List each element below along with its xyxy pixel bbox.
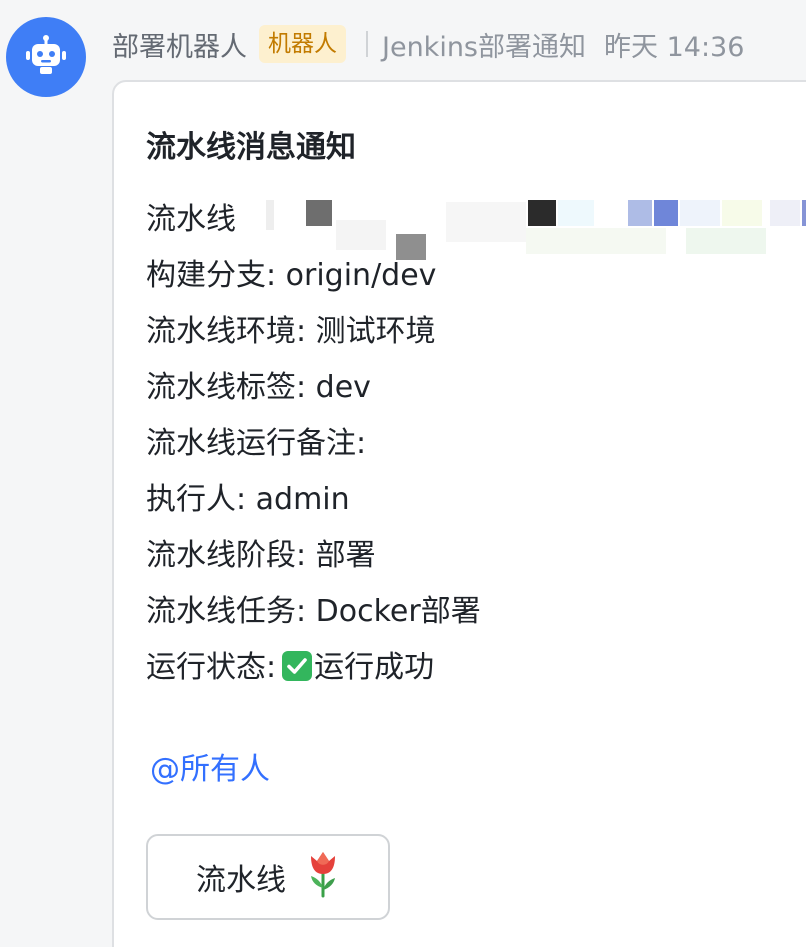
pipeline-name-label: 流水线	[146, 202, 236, 237]
message-time: 昨天 14:36	[604, 31, 745, 63]
bot-avatar[interactable]	[6, 17, 86, 97]
field-value: dev	[315, 370, 371, 405]
field-label: 运行状态	[146, 650, 266, 685]
redacted-pipeline-name	[266, 198, 806, 260]
field-label: 构建分支	[146, 258, 266, 293]
field-value: admin	[255, 482, 350, 517]
field-label: 流水线任务	[146, 594, 296, 629]
robot-icon	[26, 35, 66, 74]
bot-badge: 机器人	[259, 25, 346, 63]
field-label: 流水线环境	[146, 314, 296, 349]
sender-name[interactable]: 部署机器人	[112, 25, 247, 64]
field-value: 部署	[315, 538, 376, 573]
field-environment: 流水线环境: 测试环境	[146, 314, 436, 349]
field-value: Docker部署	[315, 594, 481, 629]
card-title: 流水线消息通知	[146, 130, 356, 165]
field-label: 流水线阶段	[146, 538, 296, 573]
field-status: 运行状态: 运行成功	[146, 650, 435, 685]
field-value: 测试环境	[315, 314, 436, 349]
field-label: 流水线标签	[146, 370, 296, 405]
notification-card: 流水线消息通知 流水线 构建分支: origin/dev 流水线环境: 测试环境…	[112, 80, 806, 947]
mention-all-link[interactable]: @所有人	[150, 744, 270, 788]
field-remark: 流水线运行备注:	[146, 426, 367, 461]
field-task: 流水线任务: Docker部署	[146, 594, 481, 629]
check-mark-icon	[282, 651, 313, 681]
source-name: Jenkins部署通知	[382, 31, 587, 63]
tulip-icon	[306, 848, 340, 906]
field-label: 执行人	[146, 482, 236, 517]
field-value: 运行成功	[314, 650, 435, 685]
pipeline-button-label: 流水线	[196, 863, 286, 898]
field-stage: 流水线阶段: 部署	[146, 538, 376, 573]
header-divider	[366, 31, 368, 57]
field-branch: 构建分支: origin/dev	[146, 258, 437, 293]
field-value: origin/dev	[285, 258, 437, 293]
message-header: 部署机器人 机器人 Jenkins部署通知 昨天 14:36	[112, 22, 744, 66]
pipeline-button[interactable]: 流水线	[146, 834, 390, 920]
field-tag: 流水线标签: dev	[146, 370, 371, 405]
chat-message: 部署机器人 机器人 Jenkins部署通知 昨天 14:36 流水线消息通知 流…	[0, 0, 806, 947]
pipeline-name-line: 流水线	[146, 198, 806, 260]
field-label: 流水线运行备注	[146, 426, 356, 461]
field-executor: 执行人: admin	[146, 482, 350, 517]
